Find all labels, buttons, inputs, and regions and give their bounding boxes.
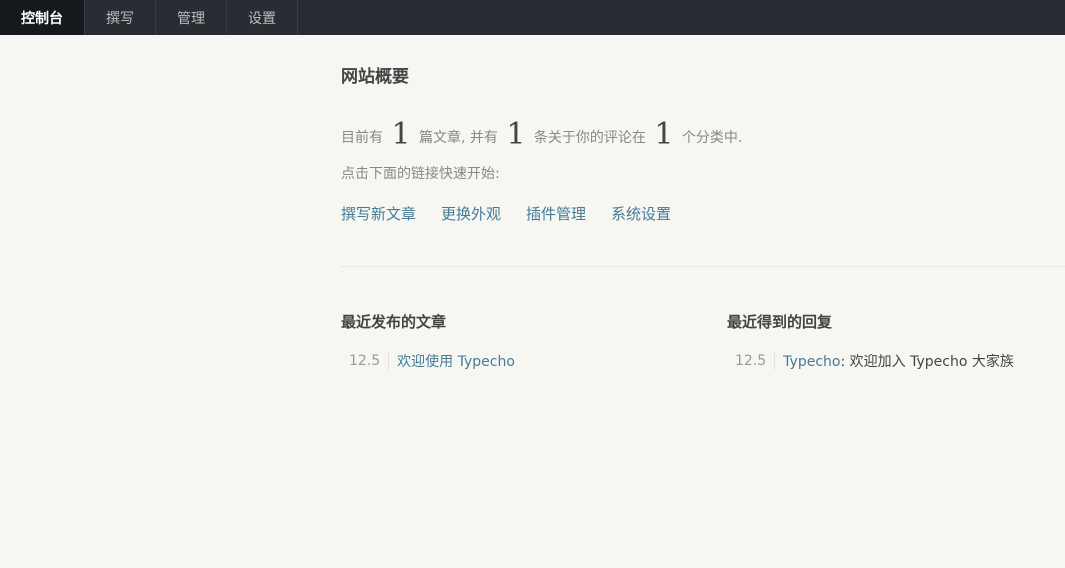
nav-item-label: 控制台 <box>21 10 63 27</box>
reply-text: 欢迎加入 Typecho 大家族 <box>849 354 1014 370</box>
top-nav-bar: 控制台 撰写 管理 设置 <box>0 0 1065 35</box>
quick-start-hint: 点击下面的链接快速开始: <box>341 166 500 182</box>
list-item: 12.5 Typecho: 欢迎加入 Typecho 大家族 <box>727 351 1014 371</box>
nav-item-settings[interactable]: 设置 <box>227 0 298 35</box>
reply-author-link[interactable]: Typecho <box>783 354 840 370</box>
stats-posts-text: 篇文章, 并有 <box>419 130 498 146</box>
reply-date: 12.5 <box>727 352 776 370</box>
change-theme-link[interactable]: 更换外观 <box>441 203 501 224</box>
stats-comments-text: 条关于你的评论在 <box>533 130 646 146</box>
list-item: 12.5 欢迎使用 Typecho <box>341 351 515 371</box>
nav-item-label: 管理 <box>177 10 205 27</box>
post-date: 12.5 <box>341 352 390 370</box>
posts-count: 1 <box>391 117 411 152</box>
nav-item-label: 设置 <box>248 10 276 27</box>
write-new-post-link[interactable]: 撰写新文章 <box>341 203 416 224</box>
reply-separator: : <box>840 354 850 370</box>
post-title-link[interactable]: 欢迎使用 Typecho <box>397 354 515 370</box>
quick-links: 撰写新文章 更换外观 插件管理 系统设置 <box>341 203 671 224</box>
nav-item-manage[interactable]: 管理 <box>156 0 227 35</box>
plugin-manage-link[interactable]: 插件管理 <box>526 203 586 224</box>
section-divider <box>341 266 1065 267</box>
page-title: 网站概要 <box>341 67 409 87</box>
nav-item-dashboard[interactable]: 控制台 <box>0 0 85 35</box>
nav-item-write[interactable]: 撰写 <box>85 0 156 35</box>
system-settings-link[interactable]: 系统设置 <box>611 203 671 224</box>
recent-replies-title: 最近得到的回复 <box>727 313 833 331</box>
stats-categories-text: 个分类中. <box>681 130 743 146</box>
recent-posts-title: 最近发布的文章 <box>341 313 447 331</box>
site-stats: 目前有 1 篇文章, 并有 1 条关于你的评论在 1 个分类中. <box>341 115 742 158</box>
comments-count: 1 <box>506 117 526 152</box>
categories-count: 1 <box>654 117 674 152</box>
stats-prefix: 目前有 <box>341 130 383 146</box>
nav-item-label: 撰写 <box>106 10 134 27</box>
